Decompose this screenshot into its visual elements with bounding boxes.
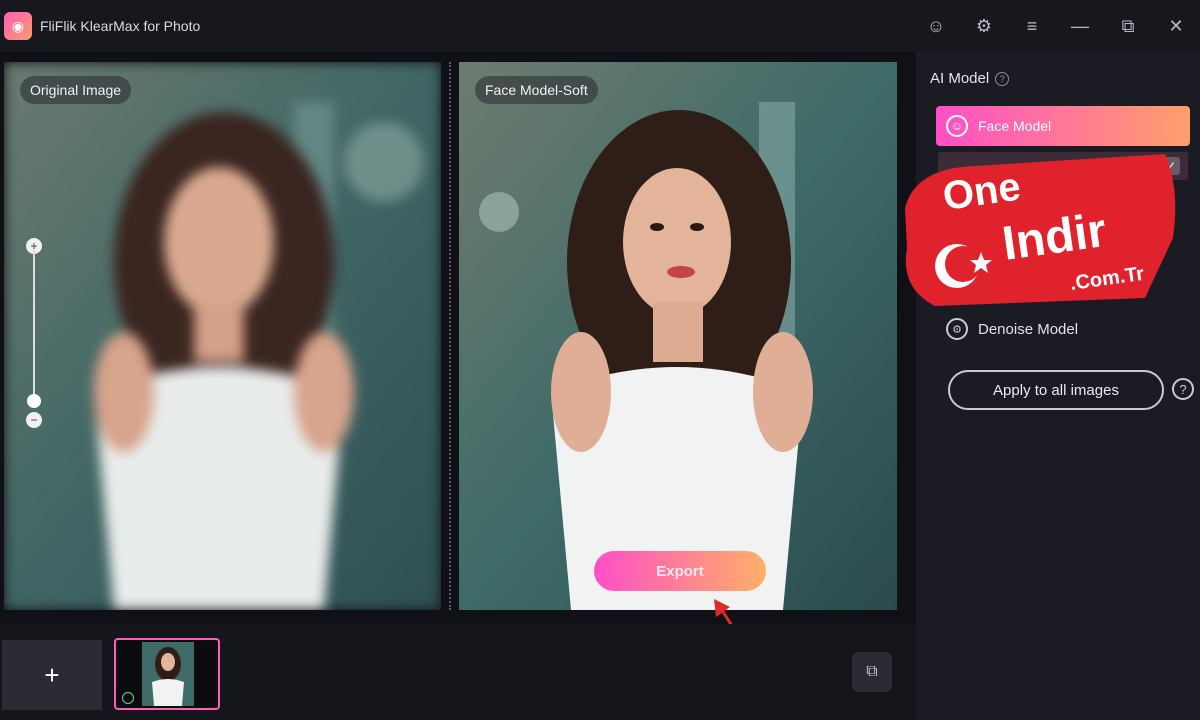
- image-thumbnail[interactable]: [114, 638, 220, 710]
- enhanced-image-label: Face Model-Soft: [475, 76, 598, 104]
- ai-model-title: AI Model: [930, 70, 990, 87]
- original-image-panel[interactable]: Original Image + −: [4, 62, 441, 610]
- user-icon[interactable]: ☺: [912, 0, 960, 52]
- zoom-handle[interactable]: [27, 394, 41, 408]
- denoise-icon: ⚙: [946, 318, 968, 340]
- compare-divider[interactable]: [449, 62, 451, 610]
- face-model-option[interactable]: ☺ Face Model: [936, 106, 1190, 146]
- original-photo: [4, 62, 441, 610]
- face-model-label: Face Model: [978, 118, 1052, 134]
- zoom-out-button[interactable]: −: [26, 412, 42, 428]
- done-check-icon: [122, 692, 134, 704]
- export-button[interactable]: Export: [594, 551, 766, 591]
- close-icon[interactable]: ✕: [1152, 0, 1200, 52]
- ai-model-header: AI Model ?: [930, 70, 1010, 87]
- denoise-model-label: Denoise Model: [978, 320, 1079, 338]
- gift-icon[interactable]: ⚙: [960, 0, 1008, 52]
- apply-help-icon[interactable]: ?: [1172, 378, 1194, 400]
- add-image-button[interactable]: +: [2, 640, 102, 710]
- menu-icon[interactable]: ≡: [1008, 0, 1056, 52]
- face-icon: ☺: [946, 115, 968, 137]
- denoise-model-option[interactable]: ⚙ Denoise Model: [946, 318, 1078, 340]
- enhanced-photo: [459, 62, 897, 610]
- zoom-track[interactable]: [33, 250, 35, 400]
- apply-all-button[interactable]: Apply to all images: [948, 370, 1164, 410]
- app-logo-icon: ◉: [4, 12, 32, 40]
- title-bar: ◉ FliFlik KlearMax for Photo ☺ ⚙ ≡ — ⧉ ✕: [0, 0, 1200, 52]
- minimize-icon[interactable]: —: [1056, 0, 1104, 52]
- window-controls: ☺ ⚙ ≡ — ⧉ ✕: [912, 0, 1200, 52]
- original-image-label: Original Image: [20, 76, 132, 104]
- help-icon[interactable]: ?: [995, 71, 1010, 86]
- copy-icon[interactable]: ⧉: [852, 652, 892, 692]
- maximize-icon[interactable]: ⧉: [1104, 0, 1152, 52]
- zoom-slider[interactable]: + −: [24, 238, 44, 428]
- preview-canvas: Original Image + − Face Model-Soft: [0, 52, 916, 624]
- oneindir-watermark-logo: One Indir .Com.Tr: [905, 154, 1176, 306]
- app-title: FliFlik KlearMax for Photo: [40, 18, 201, 34]
- enhanced-image-panel[interactable]: Face Model-Soft: [459, 62, 897, 610]
- thumbnail-photo: [142, 642, 194, 706]
- image-strip: + ⧉: [0, 624, 916, 720]
